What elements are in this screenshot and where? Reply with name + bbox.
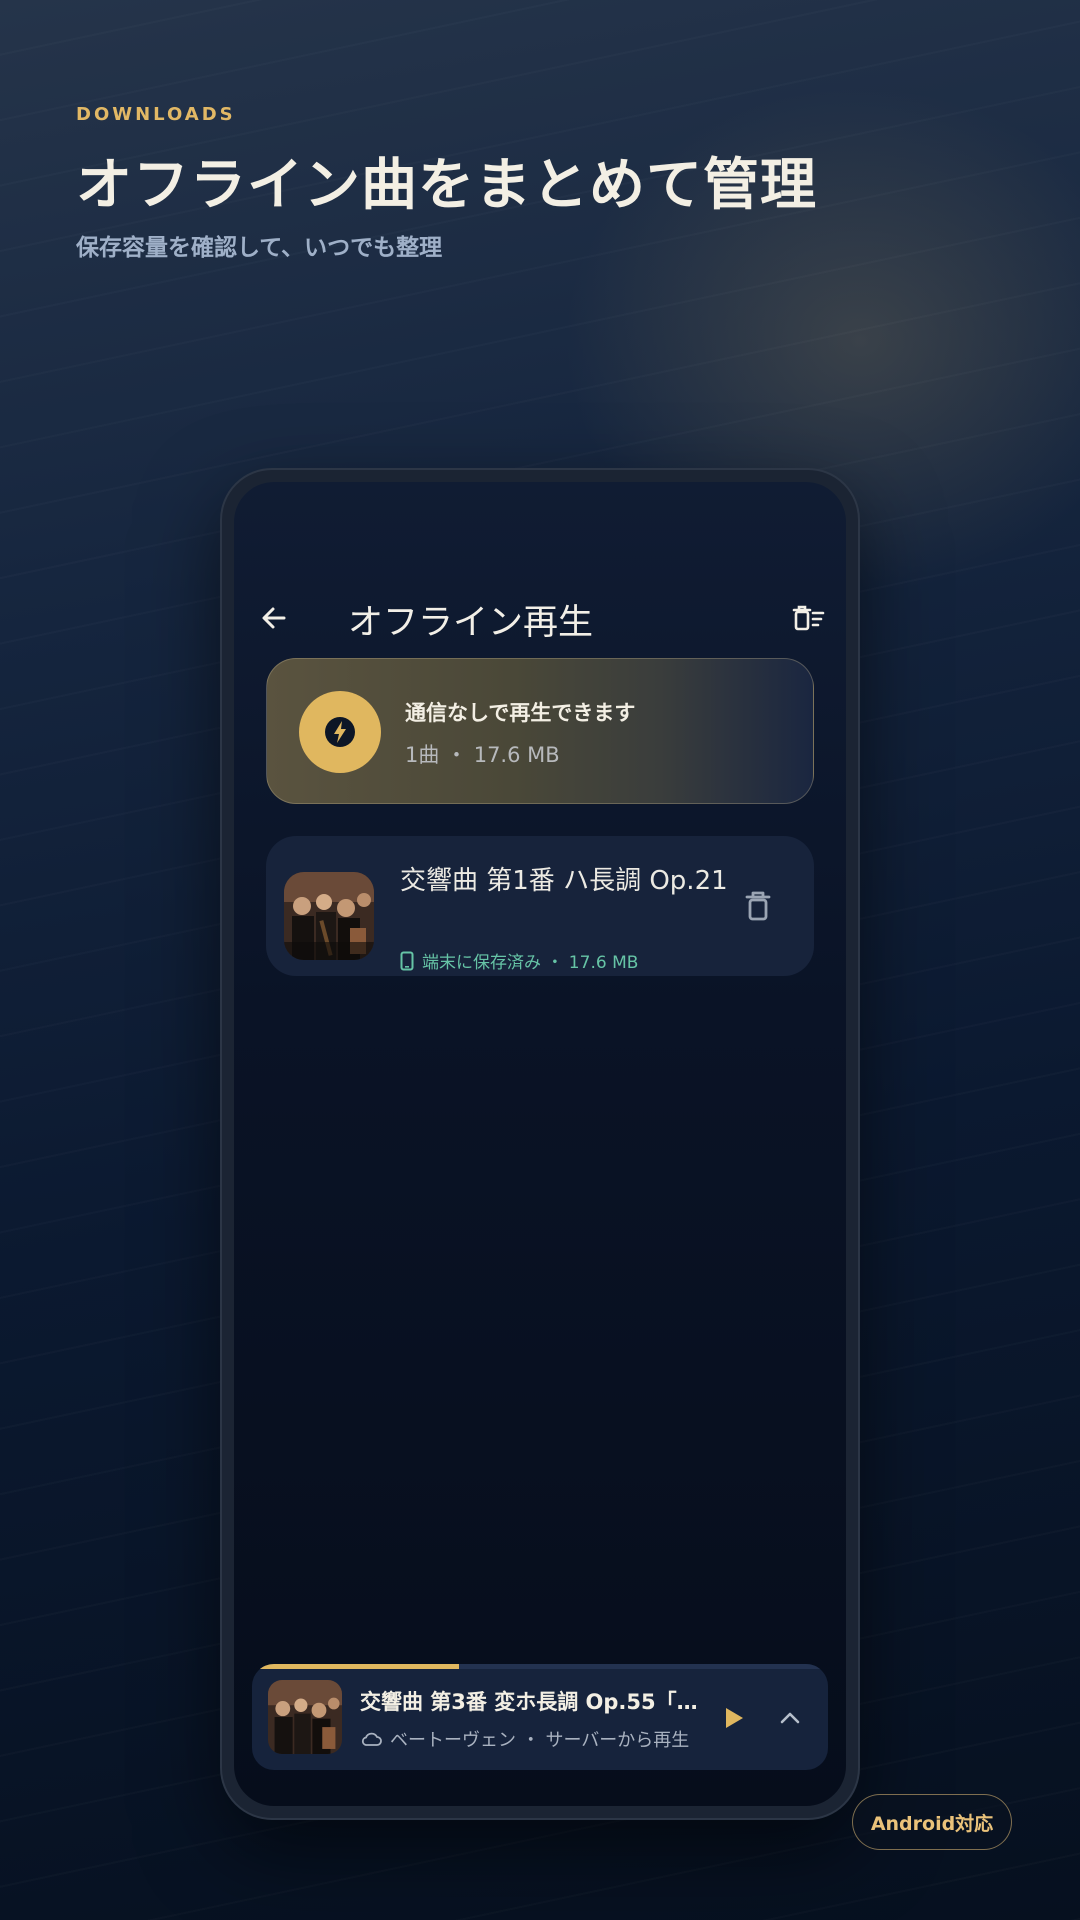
mini-player-meta-text: ベートーヴェン ・ サーバーから再生 <box>390 1730 690 1751</box>
bolt-badge <box>299 691 381 773</box>
trash-icon <box>745 891 771 921</box>
offline-summary-card: 通信なしで再生できます 1曲 ・ 17.6 MB <box>266 658 814 804</box>
cloud-icon <box>361 1732 382 1746</box>
mini-player-meta: ベートーヴェン ・ サーバーから再生 <box>360 1726 689 1752</box>
phone-screen: オフライン再生 通信なしで再生できます 1曲 ・ 17.6 MB 交響曲 第1番… <box>234 482 846 1806</box>
play-button[interactable] <box>712 1696 756 1740</box>
track-meta-text: 端末に保存済み ・ 17.6 MB <box>422 953 639 973</box>
track-title: 交響曲 第1番 ハ長調 Op.21 <box>400 866 728 896</box>
delete-sweep-icon <box>792 605 825 631</box>
android-badge: Android対応 <box>852 1794 1012 1850</box>
screen-title: オフライン再生 <box>348 603 594 643</box>
delete-download-button[interactable] <box>736 882 780 930</box>
download-list-item[interactable]: 交響曲 第1番 ハ長調 Op.21 端末に保存済み ・ 17.6 MB <box>266 836 814 976</box>
hero-subline: 保存容量を確認して、いつでも整理 <box>76 235 443 261</box>
album-art <box>284 872 374 960</box>
chevron-up-icon <box>780 1712 800 1724</box>
phone-icon <box>400 951 414 970</box>
playback-progress-fill <box>252 1664 460 1669</box>
clear-all-downloads-button[interactable] <box>786 596 830 640</box>
mini-player-title: 交響曲 第3番 変ホ長調 Op.55「英雄」 <box>360 1690 700 1714</box>
bolt-icon <box>325 717 355 747</box>
eyebrow-label: DOWNLOADS <box>76 104 236 125</box>
play-icon <box>726 1708 743 1728</box>
mini-player-album-art <box>268 1680 342 1754</box>
arrow-left-icon <box>262 607 286 629</box>
playback-progress <box>252 1664 828 1669</box>
track-meta: 端末に保存済み ・ 17.6 MB <box>400 948 638 973</box>
mini-player[interactable]: 交響曲 第3番 変ホ長調 Op.55「英雄」 ベートーヴェン ・ サーバーから再… <box>252 1664 828 1770</box>
summary-meta: 1曲 ・ 17.6 MB <box>405 743 560 767</box>
back-button[interactable] <box>252 596 296 640</box>
app-bar: オフライン再生 <box>234 582 846 654</box>
summary-title: 通信なしで再生できます <box>405 701 636 725</box>
expand-player-button[interactable] <box>768 1696 812 1740</box>
hero-headline: オフライン曲をまとめて管理 <box>76 152 817 218</box>
